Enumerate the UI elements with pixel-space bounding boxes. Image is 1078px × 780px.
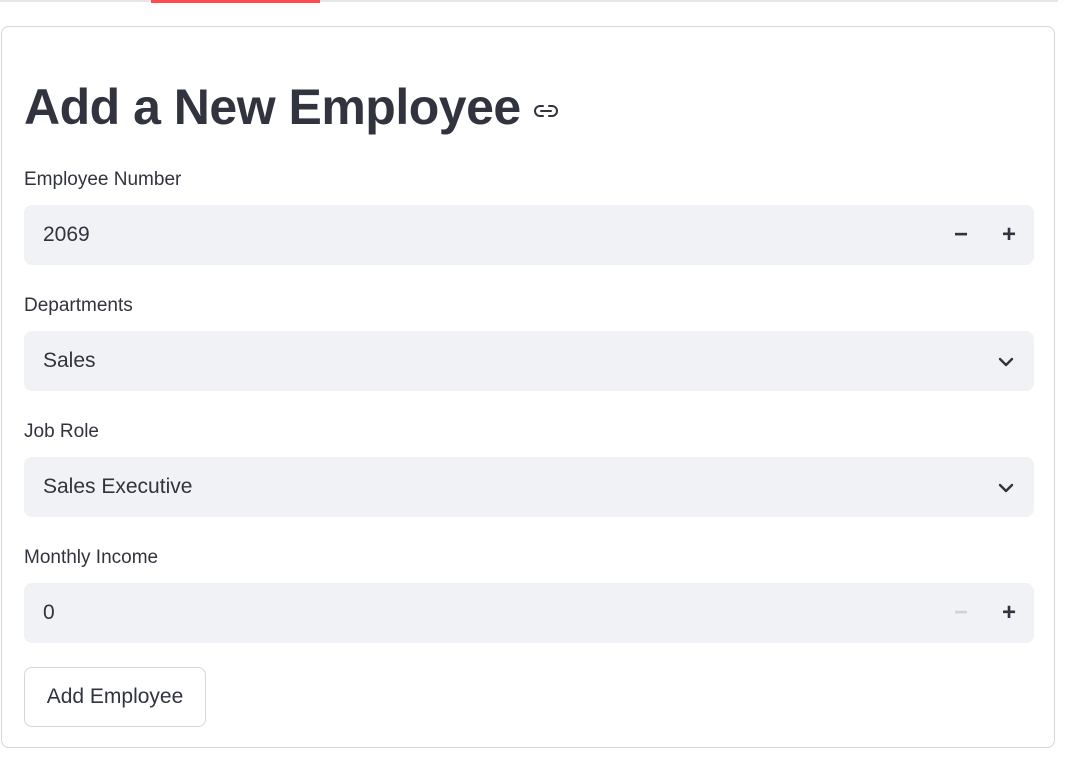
employee-number-value[interactable]: 2069 <box>43 205 90 265</box>
tab-bar <box>0 0 1058 3</box>
departments-selected-value[interactable]: Sales <box>43 331 96 391</box>
active-tab-indicator <box>151 0 320 3</box>
employee-number-decrement-button[interactable]: − <box>938 205 984 265</box>
employee-number-input[interactable]: 2069 − + <box>24 205 1034 265</box>
link-icon[interactable] <box>533 103 559 119</box>
add-employee-form: Add a New Employee Employee Number 2069 … <box>1 26 1055 748</box>
job-role-select[interactable]: Sales Executive <box>24 457 1034 517</box>
form-title: Add a New Employee <box>24 79 521 135</box>
departments-select[interactable]: Sales <box>24 331 1034 391</box>
employee-number-label: Employee Number <box>24 169 182 190</box>
job-role-label: Job Role <box>24 421 99 442</box>
add-employee-button[interactable]: Add Employee <box>24 667 206 727</box>
chevron-down-icon[interactable] <box>996 478 1016 498</box>
monthly-income-increment-button[interactable]: + <box>986 583 1032 643</box>
monthly-income-label: Monthly Income <box>24 547 159 568</box>
job-role-selected-value[interactable]: Sales Executive <box>43 457 192 517</box>
employee-number-increment-button[interactable]: + <box>986 205 1032 265</box>
chevron-down-icon[interactable] <box>996 352 1016 372</box>
form-header: Add a New Employee <box>24 77 559 137</box>
departments-label: Departments <box>24 295 133 316</box>
monthly-income-input[interactable]: 0 − + <box>24 583 1034 643</box>
monthly-income-decrement-button[interactable]: − <box>938 583 984 643</box>
monthly-income-value[interactable]: 0 <box>43 583 55 643</box>
